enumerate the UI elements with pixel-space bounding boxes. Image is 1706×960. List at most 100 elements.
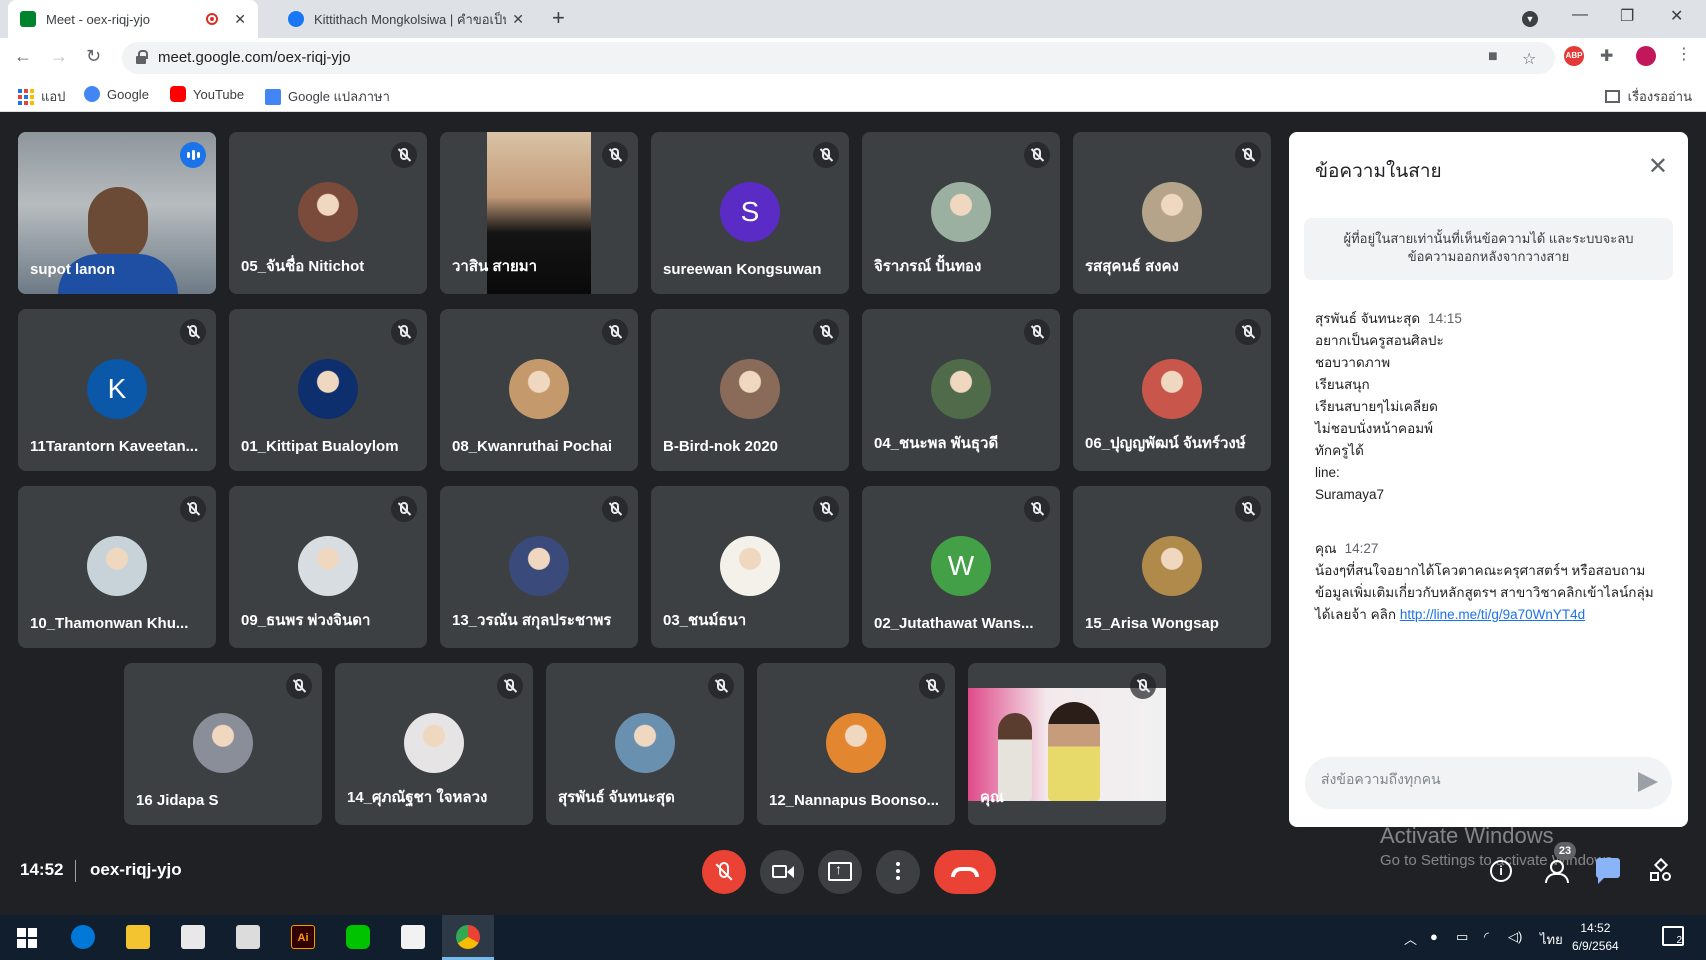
tab-facebook[interactable]: Kittithach Mongkolsiwa | คำขอเป็น ✕	[276, 0, 536, 38]
participant-tile[interactable]: จิราภรณ์ ปั้นทอง	[862, 132, 1060, 294]
reading-list-label: เรื่องรออ่าน	[1627, 89, 1692, 104]
taskbar-illustrator[interactable]: Ai	[277, 915, 329, 960]
close-window-icon[interactable]: ✕	[1670, 6, 1683, 26]
taskbar-edge[interactable]	[57, 915, 109, 960]
participant-tile[interactable]: 03_ชนม์ธนา	[651, 486, 849, 648]
minimize-icon[interactable]: —	[1572, 6, 1588, 24]
taskbar-chrome[interactable]	[442, 915, 494, 960]
line-group-link[interactable]: http://line.me/ti/g/9a70WnYT4d	[1400, 607, 1585, 622]
send-icon[interactable]	[1638, 772, 1658, 792]
participant-tile[interactable]: รสสุคนธ์ สงคง	[1073, 132, 1271, 294]
reading-list[interactable]: เรื่องรออ่าน	[1604, 86, 1692, 107]
participant-name: คุณ	[980, 789, 1004, 806]
avatar	[720, 536, 780, 596]
adblock-plus-icon[interactable]: ABP	[1564, 46, 1584, 66]
forward-icon[interactable]: →	[50, 46, 68, 67]
bookmarks-bar: แอป Google YouTube Google แปลภาษา เรื่อง…	[0, 78, 1706, 112]
participant-tile[interactable]: คุณ	[968, 663, 1166, 825]
new-tab-button[interactable]: +	[552, 5, 565, 31]
participant-tile[interactable]: 04_ชนะพล พันธุวดี	[862, 309, 1060, 471]
participant-tile[interactable]: 16 Jidapa S	[124, 663, 322, 825]
speaking-indicator-icon	[180, 142, 206, 168]
reading-list-icon	[1604, 90, 1620, 103]
start-button[interactable]	[0, 915, 52, 960]
profile-avatar[interactable]	[1636, 46, 1656, 66]
bookmark-apps[interactable]: แอป	[18, 86, 65, 107]
participant-tile[interactable]: 13_วรณัน สกุลประชาพร	[440, 486, 638, 648]
wifi-icon[interactable]: ◜	[1484, 929, 1489, 945]
participant-tile[interactable]: K 11Tarantorn Kaveetan...	[18, 309, 216, 471]
participant-tile[interactable]: 09_ธนพร พ่วงจินดา	[229, 486, 427, 648]
people-icon[interactable]	[1542, 860, 1569, 883]
muted-mic-icon	[497, 673, 523, 699]
menu-icon[interactable]: ⋮	[1676, 44, 1692, 64]
microphone-tray-icon[interactable]: ●	[1430, 929, 1438, 944]
battery-icon[interactable]: ▭	[1456, 929, 1468, 945]
participant-tile[interactable]: 08_Kwanruthai Pochai	[440, 309, 638, 471]
taskbar-mail[interactable]	[222, 915, 274, 960]
taskbar-line[interactable]	[332, 915, 384, 960]
participant-tile[interactable]: 06_ปุญญพัฒน์ จันทร์วงษ์	[1073, 309, 1271, 471]
muted-mic-icon	[391, 319, 417, 345]
chat-input-box	[1305, 757, 1672, 809]
participant-name: 16 Jidapa S	[136, 792, 219, 809]
bookmark-youtube[interactable]: YouTube	[170, 86, 244, 102]
chat-icon[interactable]	[1596, 858, 1620, 884]
bookmark-google[interactable]: Google	[84, 86, 149, 102]
participant-tile[interactable]: 01_Kittipat Bualoylom	[229, 309, 427, 471]
back-icon[interactable]: ←	[14, 46, 32, 67]
participant-tile[interactable]: 15_Arisa Wongsap	[1073, 486, 1271, 648]
meeting-code[interactable]: oex-riqj-yjo	[90, 860, 182, 880]
apps-grid-icon	[18, 88, 34, 105]
participant-tile[interactable]: วาสิน สายมา	[440, 132, 638, 294]
present-button[interactable]	[818, 850, 862, 894]
bookmark-star-icon[interactable]: ☆	[1522, 49, 1536, 69]
notification-center-icon[interactable]: 2	[1662, 926, 1684, 946]
leave-call-button[interactable]	[934, 850, 996, 894]
input-language[interactable]: ไทย	[1540, 929, 1563, 950]
close-tab-icon[interactable]: ✕	[512, 11, 524, 28]
avatar	[1142, 359, 1202, 419]
close-tab-icon[interactable]: ✕	[234, 11, 246, 28]
show-hidden-icons[interactable]: ︿	[1404, 929, 1417, 948]
reload-icon[interactable]: ↻	[86, 46, 101, 67]
camera-in-use-icon[interactable]: ■	[1488, 48, 1498, 66]
close-chat-icon[interactable]: ✕	[1648, 152, 1668, 181]
chat-panel: ข้อความในสาย ✕ ผู้ที่อยู่ในสายเท่านั้นที…	[1289, 132, 1688, 827]
participant-tile[interactable]: 12_Nannapus Boonso...	[757, 663, 955, 825]
mic-toggle-button[interactable]	[702, 850, 746, 894]
tab-meet[interactable]: Meet - oex-riqj-yjo ✕	[8, 0, 258, 38]
folder-icon	[126, 925, 150, 949]
extensions-icon[interactable]: ✚	[1600, 46, 1613, 66]
meeting-details-icon[interactable]: i	[1490, 860, 1512, 882]
participant-name: 01_Kittipat Bualoylom	[241, 438, 399, 455]
participant-tile[interactable]: supot lanon	[18, 132, 216, 294]
muted-mic-icon	[391, 142, 417, 168]
chat-input[interactable]	[1321, 771, 1621, 787]
avatar	[615, 713, 675, 773]
participant-tile[interactable]: 05_จันชื่อ Nitichot	[229, 132, 427, 294]
muted-mic-icon	[602, 142, 628, 168]
participant-tile[interactable]: Ssureewan Kongsuwan	[651, 132, 849, 294]
taskbar-file-explorer[interactable]	[112, 915, 164, 960]
activities-icon[interactable]	[1650, 857, 1672, 882]
participant-tile[interactable]: สุรพันธ์ จันทนะสุด	[546, 663, 744, 825]
participant-name: 06_ปุญญพัฒน์ จันทร์วงษ์	[1085, 435, 1246, 452]
taskbar-photos[interactable]	[387, 915, 439, 960]
participant-tile[interactable]: B-Bird-nok 2020	[651, 309, 849, 471]
system-clock[interactable]: 14:52 6/9/2564	[1572, 919, 1619, 955]
more-options-button[interactable]	[876, 850, 920, 894]
tab-search-icon[interactable]: ▼	[1522, 11, 1538, 27]
participant-tile[interactable]: 14_ศุภณัฐชา ใจหลวง	[335, 663, 533, 825]
bookmark-google-translate[interactable]: Google แปลภาษา	[265, 86, 390, 107]
taskbar-store[interactable]	[167, 915, 219, 960]
address-bar[interactable]: meet.google.com/oex-riqj-yjo ■ ☆	[122, 42, 1555, 74]
volume-icon[interactable]: ◁)	[1508, 929, 1522, 945]
muted-mic-icon	[602, 496, 628, 522]
camera-toggle-button[interactable]	[760, 850, 804, 894]
maximize-icon[interactable]: ❐	[1620, 6, 1634, 26]
participant-tile[interactable]: 10_Thamonwan Khu...	[18, 486, 216, 648]
participant-tile[interactable]: W 02_Jutathawat Wans...	[862, 486, 1060, 648]
avatar	[1142, 536, 1202, 596]
avatar	[404, 713, 464, 773]
